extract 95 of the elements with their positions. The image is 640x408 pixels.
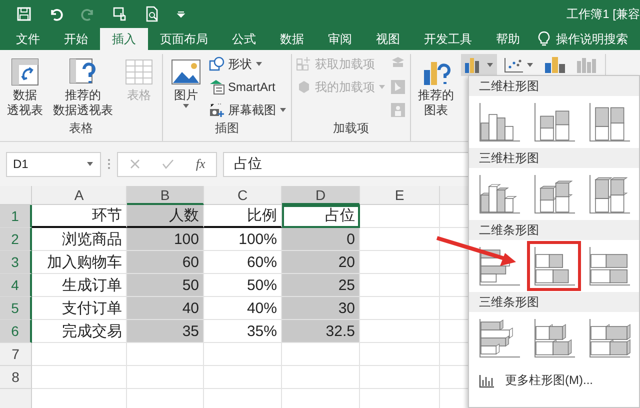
row-header[interactable]: 7 [0, 343, 32, 366]
table-cell: 30 [282, 297, 360, 320]
table-cell: 100% [204, 228, 282, 251]
caret-icon [279, 107, 287, 113]
chart-type-button[interactable] [461, 54, 497, 76]
table-cell: 加入购物车 [32, 251, 127, 274]
table-cell: 35 [127, 320, 204, 343]
table-cell: 40% [204, 297, 282, 320]
caret-icon [486, 62, 494, 68]
caret-icon [182, 103, 190, 109]
check-icon[interactable] [162, 158, 174, 170]
column-header[interactable]: B [127, 186, 204, 205]
ribbon-button[interactable]: SmartArt [209, 77, 287, 97]
caret-icon [86, 161, 94, 167]
table-cell: 0 [282, 228, 360, 251]
screenshot-icon [209, 102, 225, 118]
section-title: 三维柱形图 [469, 148, 639, 168]
print-preview-icon[interactable] [144, 6, 160, 22]
row-header[interactable]: 6 [0, 320, 32, 343]
table-cell: 浏览商品 [32, 228, 127, 251]
people-graph-icon [390, 102, 406, 118]
caret-icon [378, 84, 386, 90]
section-title: 二维条形图 [469, 220, 639, 240]
table-cell: 50% [204, 274, 282, 297]
row-header[interactable]: 3 [0, 251, 32, 274]
table-cell: 生成订单 [32, 274, 127, 297]
table-cell: 100 [127, 228, 204, 251]
lightbulb-icon [538, 31, 550, 47]
ribbon-tab[interactable]: 文件 [4, 28, 52, 50]
3d-map-icon [576, 57, 598, 73]
row-header[interactable]: 8 [0, 366, 32, 389]
column-header[interactable]: E [360, 186, 440, 205]
name-box[interactable]: D1 [6, 152, 101, 176]
section-title: 二维柱形图 [469, 76, 639, 96]
row-header[interactable]: 2 [0, 228, 32, 251]
save-icon[interactable] [16, 6, 32, 22]
chart-option[interactable] [530, 244, 578, 288]
ribbon-tab[interactable]: 开始 [52, 28, 100, 50]
table-cell: 20 [282, 251, 360, 274]
table-cell: 32.5 [282, 320, 360, 343]
table-cell: 完成交易 [32, 320, 127, 343]
map-pin-icon [390, 79, 406, 95]
column-chart-icon [479, 374, 495, 388]
ribbon-button[interactable]: 推荐的 图表 [415, 54, 457, 141]
column-header[interactable]: D [282, 186, 360, 205]
shapes-icon [209, 56, 225, 72]
table-cell: 支付订单 [32, 297, 127, 320]
table-cell: 环节 [32, 205, 127, 228]
table-cell: 比例 [204, 205, 282, 228]
tell-me-search[interactable]: 操作说明搜索 [538, 28, 628, 50]
section-title: 三维条形图 [469, 292, 639, 312]
combo-chart-icon [544, 57, 566, 73]
group-label: 加载项 [333, 120, 369, 137]
ribbon-button[interactable]: 数据 透视表 [4, 54, 46, 120]
table-cell: 人数 [127, 205, 204, 228]
insert-function-button[interactable]: fx [196, 156, 206, 172]
row-header[interactable]: 4 [0, 274, 32, 297]
table-cell: 40 [127, 297, 204, 320]
group-label: 表格 [69, 120, 93, 137]
table-cell: 60 [127, 251, 204, 274]
ribbon-button[interactable]: 形状 [209, 54, 287, 74]
table-cell: 25 [282, 274, 360, 297]
ribbon-tab[interactable]: 帮助 [484, 28, 532, 50]
group-label: 插图 [215, 120, 239, 137]
store-icon [296, 56, 312, 72]
grip-icon [107, 157, 111, 171]
column-header[interactable]: C [204, 186, 282, 205]
ribbon-button[interactable]: 推荐的 数据透视表 [50, 54, 116, 120]
pivot-table-icon [9, 56, 41, 88]
ribbon-button[interactable]: 屏幕截图 [209, 100, 287, 120]
table-cell: 占位 [282, 205, 360, 228]
scatter-chart-icon [504, 57, 524, 73]
table-cell: 60% [204, 251, 282, 274]
touch-mode-icon[interactable] [112, 6, 128, 22]
ribbon-tab[interactable]: 插入 [100, 28, 148, 50]
undo-icon[interactable] [48, 6, 64, 22]
ribbon-tab[interactable]: 视图 [364, 28, 412, 50]
customize-icon[interactable] [176, 9, 186, 19]
window-title: 工作簿1 [兼容 [566, 6, 640, 22]
ribbon-tab[interactable]: 公式 [220, 28, 268, 50]
table-cell: 50 [127, 274, 204, 297]
smartart-icon [209, 79, 225, 95]
ribbon-tab[interactable]: 审阅 [316, 28, 364, 50]
add-ins-icon [296, 79, 312, 95]
row-header[interactable]: 5 [0, 297, 32, 320]
caret-icon [526, 62, 534, 68]
ribbon-button[interactable]: 图片 [167, 54, 205, 120]
more-charts-item[interactable]: 更多柱形图(M)... [469, 364, 639, 397]
ribbon-tab[interactable]: 数据 [268, 28, 316, 50]
caret-icon [255, 61, 263, 67]
table-cell: 35% [204, 320, 282, 343]
ribbon-tab[interactable]: 页面布局 [148, 28, 220, 50]
ribbon-tab[interactable]: 开发工具 [412, 28, 484, 50]
column-header[interactable]: A [32, 186, 127, 205]
row-header[interactable]: 1 [0, 205, 32, 228]
